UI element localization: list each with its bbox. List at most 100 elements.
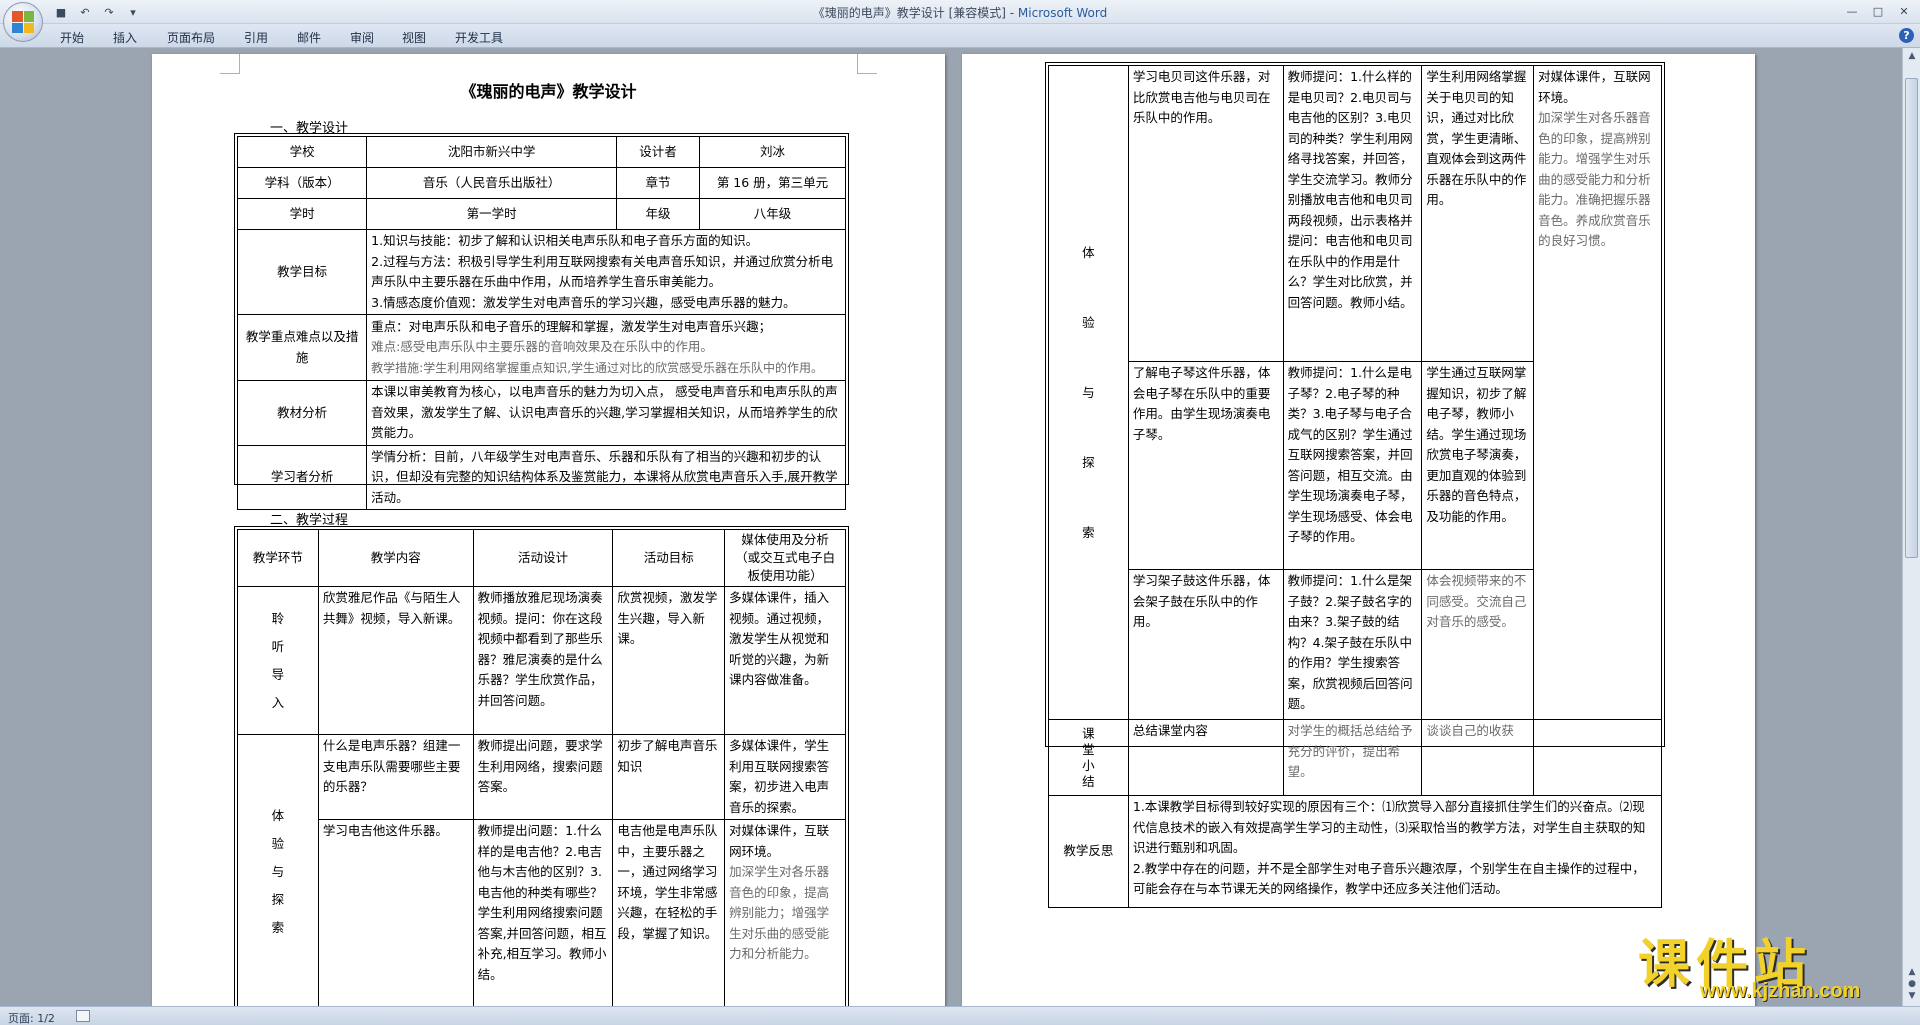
stage-char: 探	[271, 892, 285, 907]
window-controls: — □ ✕	[1840, 2, 1916, 20]
document-name: 《瑰丽的电声》教学设计 [兼容模式] -	[812, 6, 1018, 20]
minimize-button[interactable]: —	[1840, 2, 1864, 20]
watermark-url: www.kjzhan.com	[1700, 980, 1861, 1002]
stage-summary: 课堂小结	[1048, 719, 1129, 796]
header-stage: 教学环节	[237, 529, 319, 587]
row1-goal: 欣赏视频，激发学生兴趣，导入新课。	[612, 586, 726, 735]
chapter-value: 第 16 册，第三单元	[699, 167, 846, 199]
row2-goal: 初步了解电声音乐知识	[612, 734, 726, 820]
media-analysis: 加深学生对各乐器音色的印象，提高辨别能力；增强学生对乐曲的感受能力和分析能力。	[729, 864, 830, 961]
hour-value: 第一学时	[366, 198, 618, 230]
stage-char: 体	[1082, 244, 1095, 260]
key-point-item: 难点:感受电声乐队中主要乐器的音响效果及在乐队中的作用。	[371, 339, 713, 355]
scroll-up-icon[interactable]: ▲	[1906, 50, 1918, 62]
proofing-status-icon[interactable]	[76, 1010, 90, 1022]
learner-cell: 学情分析：目前，八年级学生对电声音乐、乐器和乐队有了相当的兴趣和初步的认识，但却…	[366, 444, 846, 510]
tab-view[interactable]: 视图	[402, 29, 426, 46]
page-1[interactable]: 《瑰丽的电声》教学设计 一、教学设计 学校 沈阳市新兴中学 设计者 刘冰 学科（…	[152, 54, 945, 1006]
kjzhan-watermark-logo: 课件站 www.kjzhan.com	[1638, 922, 1900, 1006]
goal-item: 2.过程与方法：积极引导学生利用互联网搜索有关电声音乐知识，并通过欣赏分析电声乐…	[371, 253, 834, 290]
summary-goal: 谈谈自己的收获	[1421, 719, 1535, 796]
summary-activity: 对学生的概括总结给予充分的评价，提出希望。	[1282, 719, 1423, 796]
reflection-cell: 1.本课教学目标得到较好实现的原因有三个：⑴欣赏导入部分直接抓住学生们的兴奋点。…	[1127, 795, 1663, 908]
learner-label: 学习者分析	[236, 444, 368, 510]
media-text: 对媒体课件，互联网环境。	[729, 823, 830, 859]
material-cell: 本课以审美教育为核心，以电声音乐的魅力为切入点， 感受电声音乐和电声乐队的声音效…	[366, 380, 846, 446]
tab-home[interactable]: 开始	[60, 29, 84, 46]
vertical-scrollbar[interactable]: ▲ ▲ ● ▼	[1902, 48, 1920, 1006]
tab-insert[interactable]: 插入	[113, 29, 137, 46]
bass-content: 学习电贝司这件乐器，对比欣赏电吉他与电贝司在乐队中的作用。	[1127, 65, 1284, 362]
stage-char: 索	[271, 920, 285, 935]
drums-goal: 体会视频带来的不同感受。交流自己对音乐的感受。	[1421, 569, 1535, 720]
summary-media	[1533, 719, 1662, 796]
document-title: 《瑰丽的电声》教学设计	[460, 82, 637, 101]
header-activity: 活动设计	[472, 529, 614, 587]
media-analysis: 加深学生对各乐器音色的印象，提高辨别能力。增强学生对乐曲的感受能力和分析能力。准…	[1538, 110, 1651, 248]
keyboard-goal: 学生通过互联网掌握知识，初步了解电子琴，教师小结。学生通过现场欣赏电子琴演奏，更…	[1421, 361, 1535, 570]
subject-label: 学科（版本）	[236, 167, 368, 199]
close-button[interactable]: ✕	[1892, 2, 1916, 20]
tab-mailings[interactable]: 邮件	[297, 29, 321, 46]
design-info-table: 学校 沈阳市新兴中学 设计者 刘冰 学科（版本） 音乐（人民音乐出版社） 章节 …	[236, 136, 846, 510]
stage-char: 验	[1082, 314, 1095, 330]
tab-references[interactable]: 引用	[244, 29, 268, 46]
stage-char: 体	[271, 808, 285, 823]
header-goal: 活动目标	[612, 529, 726, 587]
page-2[interactable]: 体 验 与 探 索 学习电贝司这件乐器，对比欣赏电吉他与电贝司在乐队中的作用。 …	[962, 54, 1755, 1006]
stage-char: 与	[271, 864, 285, 879]
process-table: 教学环节 教学内容 活动设计 活动目标 媒体使用及分析（或交互式电子白板使用功能…	[237, 529, 846, 1006]
tab-developer[interactable]: 开发工具	[455, 29, 503, 46]
stage-experience-explore-2: 体 验 与 探 索	[1048, 65, 1129, 720]
process-table-continued: 体 验 与 探 索 学习电贝司这件乐器，对比欣赏电吉他与电贝司在乐队中的作用。 …	[1048, 65, 1663, 908]
school-label: 学校	[236, 136, 368, 168]
status-bar: 页面: 1/2	[0, 1006, 1920, 1025]
stage-char: 验	[271, 836, 285, 851]
row3-media: 对媒体课件，互联网环境。 加深学生对各乐器音色的印象，提高辨别能力；增强学生对乐…	[724, 819, 846, 1006]
summary-content: 总结课堂内容	[1127, 719, 1284, 796]
stage-char: 导	[271, 666, 285, 682]
grade-value: 八年级	[699, 198, 846, 230]
chapter-label: 章节	[616, 167, 701, 199]
row2-content: 什么是电声乐器？组建一支电声乐队需要哪些主要的乐器？	[317, 734, 474, 820]
document-workspace[interactable]: 《瑰丽的电声》教学设计 一、教学设计 学校 沈阳市新兴中学 设计者 刘冰 学科（…	[0, 48, 1902, 1006]
reflection-label: 教学反思	[1048, 795, 1129, 908]
stage-char: 入	[271, 694, 285, 710]
row1-media: 多媒体课件，插入视频。通过视频，激发学生从视觉和听觉的兴趣，为新课内容做准备。	[724, 586, 846, 735]
stage-summary-label: 课堂小结	[1082, 725, 1095, 789]
keyboard-content: 了解电子琴这件乐器，体会电子琴在乐队中的重要作用。由学生现场演奏电子琴。	[1127, 361, 1284, 570]
row3-activity: 教师提出问题：1.什么样的是电吉他？2.电吉他与木吉他的区别？3.电吉他的种类有…	[472, 819, 614, 1006]
scrollbar-thumb[interactable]	[1905, 78, 1918, 558]
office-button[interactable]	[3, 2, 43, 42]
previous-page-icon[interactable]: ▲	[1906, 966, 1918, 978]
app-name: Microsoft Word	[1017, 6, 1108, 20]
drums-content: 学习架子鼓这件乐器，体会架子鼓在乐队中的作用。	[1127, 569, 1284, 720]
office-logo-icon	[12, 11, 34, 33]
title-bar: ■ ↶ ↷ ▾ 《瑰丽的电声》教学设计 [兼容模式] - Microsoft W…	[0, 0, 1920, 24]
goals-cell: 1.知识与技能：初步了解和认识相关电声乐队和电子音乐方面的知识。 2.过程与方法…	[366, 229, 846, 315]
page-indicator[interactable]: 页面: 1/2	[8, 1010, 55, 1025]
goal-item: 3.情感态度价值观：激发学生对电声音乐的学习兴趣，感受电声乐器的魅力。	[371, 294, 796, 310]
row3-goal: 电吉他是电声乐队中，主要乐器之一，通过网络学习环境，学生非常感兴趣，在轻松的手段…	[612, 819, 726, 1006]
ribbon-tabs: 开始 插入 页面布局 引用 邮件 审阅 视图 开发工具 ?	[0, 24, 1920, 48]
drums-activity: 教师提问：1.什么是架子鼓？2.架子鼓名字的由来？3.架子鼓的结构？4.架子鼓在…	[1282, 569, 1423, 720]
margin-corner	[857, 54, 877, 74]
header-content: 教学内容	[317, 529, 474, 587]
tab-page-layout[interactable]: 页面布局	[167, 29, 215, 46]
stage-char: 探	[1082, 454, 1095, 470]
bass-goal: 学生利用网络掌握关于电贝司的知识，通过对比欣赏，学生更清晰、直观体会到这两件乐器…	[1421, 65, 1535, 362]
subject-value: 音乐（人民音乐出版社）	[366, 167, 618, 199]
select-browse-object-icon[interactable]: ●	[1906, 978, 1918, 990]
keyboard-activity: 教师提问：1.什么是电子琴？2.电子琴的种类？3.电子琴与电子合成气的区别？学生…	[1282, 361, 1423, 570]
tab-review[interactable]: 审阅	[350, 29, 374, 46]
stage-char: 听	[271, 638, 285, 654]
next-page-icon[interactable]: ▼	[1906, 990, 1918, 1002]
help-icon[interactable]: ?	[1899, 28, 1914, 43]
bass-media: 对媒体课件，互联网环境。 加深学生对各乐器音色的印象，提高辨别能力。增强学生对乐…	[1533, 65, 1662, 720]
row3-content: 学习电吉他这件乐器。	[317, 819, 474, 1006]
row2-activity: 教师提出问题，要求学生利用网络，搜索问题答案。	[472, 734, 614, 820]
row1-activity: 教师播放雅尼现场演奏视频。提问：你在这段视频中都看到了那些乐器？雅尼演奏的是什么…	[472, 586, 614, 735]
grade-label: 年级	[616, 198, 701, 230]
header-media: 媒体使用及分析（或交互式电子白板使用功能）	[724, 529, 846, 587]
maximize-button[interactable]: □	[1866, 2, 1890, 20]
